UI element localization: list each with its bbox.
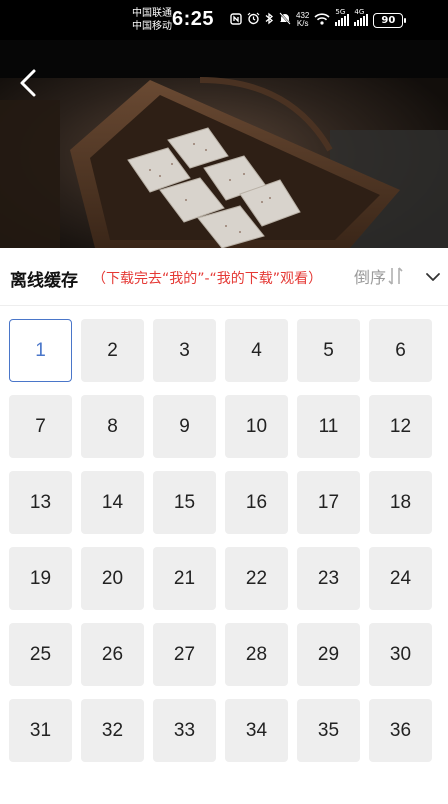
episode-tile[interactable]: 11 xyxy=(297,395,360,458)
episode-tile[interactable]: 7 xyxy=(9,395,72,458)
episode-tile[interactable]: 13 xyxy=(9,471,72,534)
offline-cache-header: 离线缓存 （下载完去“我的”-“我的下载”观看） 倒序 xyxy=(0,248,448,306)
episode-tile[interactable]: 26 xyxy=(81,623,144,686)
episode-tile[interactable]: 3 xyxy=(153,319,216,382)
episode-tile[interactable]: 20 xyxy=(81,547,144,610)
clock: 6:25 xyxy=(172,8,215,30)
sort-icon xyxy=(388,267,403,285)
back-arrow-icon xyxy=(20,69,36,97)
food-scene-image xyxy=(0,40,448,248)
back-button[interactable] xyxy=(16,68,42,98)
mute-icon xyxy=(279,12,291,28)
episode-tile[interactable]: 28 xyxy=(225,623,288,686)
status-icons: 432 K/s 5G 4G 90 xyxy=(230,8,407,29)
episode-tile[interactable]: 36 xyxy=(369,699,432,762)
episode-tile[interactable]: 4 xyxy=(225,319,288,382)
reverse-order-button[interactable]: 倒序 xyxy=(354,264,404,288)
nfc-icon xyxy=(230,12,242,28)
episode-tile[interactable]: 22 xyxy=(225,547,288,610)
episode-tile[interactable]: 17 xyxy=(297,471,360,534)
episode-tile[interactable]: 35 xyxy=(297,699,360,762)
signal-4g-icon: 4G xyxy=(354,8,369,26)
episode-tile[interactable]: 12 xyxy=(369,395,432,458)
page-title: 离线缓存 xyxy=(10,271,78,291)
episode-tile[interactable]: 15 xyxy=(153,471,216,534)
episode-tile[interactable]: 25 xyxy=(9,623,72,686)
episode-tile[interactable]: 21 xyxy=(153,547,216,610)
alarm-icon xyxy=(247,12,260,28)
episode-tile[interactable]: 31 xyxy=(9,699,72,762)
bluetooth-icon xyxy=(265,12,274,28)
episode-tile[interactable]: 6 xyxy=(369,319,432,382)
episode-tile[interactable]: 14 xyxy=(81,471,144,534)
episode-tile[interactable]: 27 xyxy=(153,623,216,686)
carrier-2: 中国移动 xyxy=(132,21,172,32)
episode-tile[interactable]: 19 xyxy=(9,547,72,610)
collapse-button[interactable] xyxy=(424,268,442,286)
episode-tile[interactable]: 34 xyxy=(225,699,288,762)
battery-indicator: 90 xyxy=(373,12,407,28)
episode-tile[interactable]: 24 xyxy=(369,547,432,610)
carrier-labels: 中国联通 中国移动 xyxy=(132,7,172,33)
signal-5g-icon: 5G xyxy=(335,8,350,26)
status-bar: 中国联通 中国移动 6:25 432 K/s 5G 4G 90 xyxy=(0,0,448,40)
episode-tile[interactable]: 2 xyxy=(81,319,144,382)
chevron-down-icon xyxy=(426,273,440,281)
episode-tile[interactable]: 9 xyxy=(153,395,216,458)
episode-tile[interactable]: 32 xyxy=(81,699,144,762)
network-speed: 432 K/s xyxy=(296,12,309,28)
episode-grid: 1 2 3 4 5 6 7 8 9 10 11 12 13 14 15 16 17 18 19 20 21 22 23 24 2… xyxy=(9,319,441,762)
episode-tile[interactable]: 16 xyxy=(225,471,288,534)
episode-tile[interactable]: 5 xyxy=(297,319,360,382)
carrier-1: 中国联通 xyxy=(132,8,172,19)
episode-tile[interactable]: 23 xyxy=(297,547,360,610)
episode-tile[interactable]: 33 xyxy=(153,699,216,762)
net-type-1: 5G xyxy=(335,8,346,16)
episode-tile[interactable]: 30 xyxy=(369,623,432,686)
episode-tile[interactable]: 8 xyxy=(81,395,144,458)
episode-tile[interactable]: 1 xyxy=(9,319,72,382)
episode-tile[interactable]: 29 xyxy=(297,623,360,686)
video-thumbnail[interactable] xyxy=(0,40,448,248)
download-hint: （下载完去“我的”-“我的下载”观看） xyxy=(92,271,323,287)
episode-tile[interactable]: 18 xyxy=(369,471,432,534)
net-type-2: 4G xyxy=(354,8,365,16)
reverse-order-label: 倒序 xyxy=(354,268,387,287)
wifi-icon xyxy=(314,12,330,28)
episode-tile[interactable]: 10 xyxy=(225,395,288,458)
speed-unit: K/s xyxy=(296,19,309,28)
